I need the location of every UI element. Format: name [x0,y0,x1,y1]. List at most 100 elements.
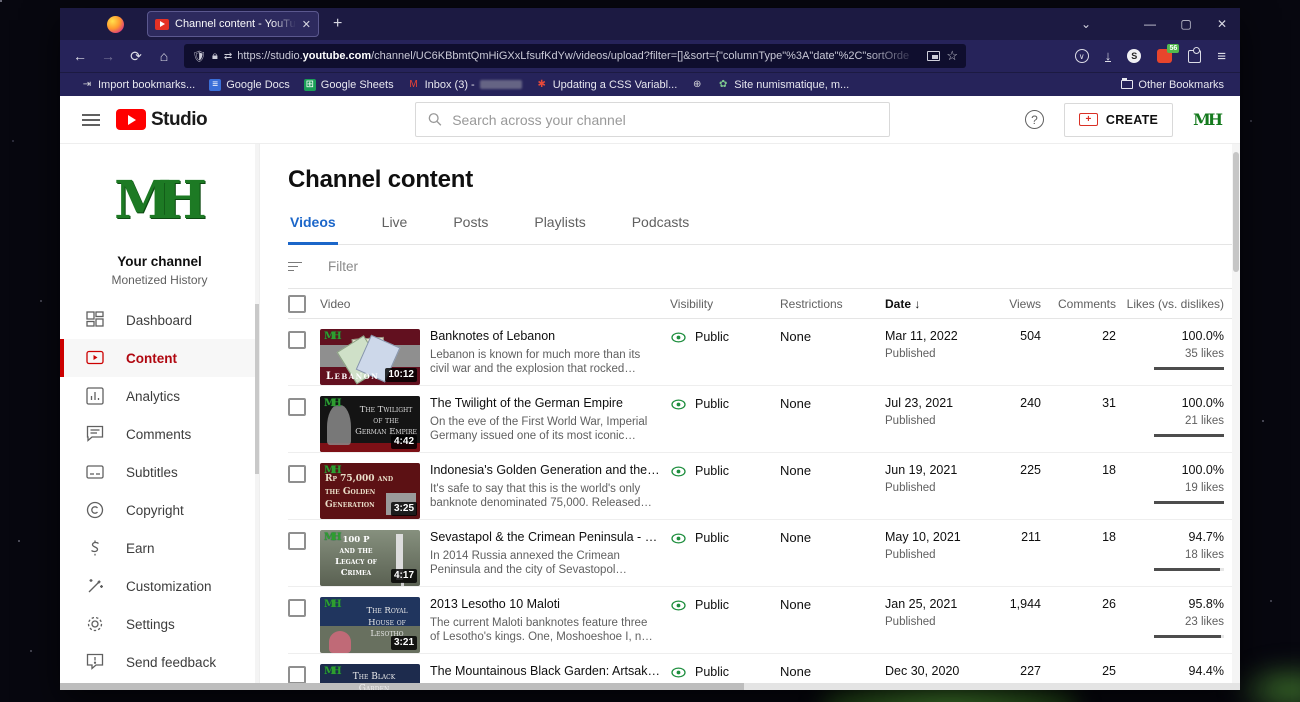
row-checkbox[interactable] [288,666,306,684]
visibility-cell[interactable]: Public [670,396,780,452]
permissions-icon[interactable]: ⇄ [224,51,231,62]
other-bookmarks[interactable]: Other Bookmarks [1114,79,1240,91]
feedback-icon [86,653,104,671]
search-input[interactable] [452,112,877,128]
pip-icon[interactable] [927,51,940,61]
visibility-cell[interactable]: Public [670,597,780,653]
menu-icon[interactable]: ≡ [1217,48,1226,65]
url-text[interactable]: https://studio.youtube.com/channel/UC6KB… [237,50,921,62]
video-title[interactable]: Sevastapol & the Crimean Peninsula - 100… [430,530,670,544]
video-thumbnail[interactable]: MH Lebanon 10:12 [320,329,420,385]
row-checkbox[interactable] [288,465,306,483]
video-thumbnail[interactable]: MH Rp 75,000 andthe GoldenGeneration 3:2… [320,463,420,519]
tab-podcasts[interactable]: Podcasts [630,212,692,244]
new-tab-button[interactable]: + [333,15,342,33]
sidebar-item-comments[interactable]: Comments [60,415,259,453]
bookmark-item[interactable]: ✱Updating a CSS Variabl... [529,79,685,91]
visibility-cell[interactable]: Public [670,329,780,385]
reload-icon[interactable]: ⟳ [122,48,150,65]
help-icon[interactable]: ? [1025,110,1044,129]
back-icon[interactable]: ← [66,48,94,64]
tab-list-dropdown-icon[interactable]: ⌄ [1068,17,1104,31]
col-comments[interactable]: Comments [1041,297,1116,311]
bookmark-item[interactable]: ≡Google Docs [202,79,297,91]
download-icon[interactable]: ↓ [1105,50,1112,62]
extension-s-icon[interactable]: S [1127,49,1141,63]
channel-watermark-icon: MH [324,398,339,409]
pocket-icon[interactable]: ∨ [1075,49,1089,63]
bookmark-item[interactable]: MInbox (3) - [401,79,529,91]
google-sheets-icon: ⊞ [304,79,316,91]
visibility-cell[interactable]: Public [670,530,780,586]
channel-avatar[interactable]: MH [60,162,259,240]
tab-close-icon[interactable]: ✕ [302,18,311,31]
sidebar-item-copyright[interactable]: Copyright [60,491,259,529]
bookmark-star-icon[interactable]: ☆ [946,48,958,64]
video-title[interactable]: The Twilight of the German Empire [430,396,670,410]
video-thumbnail[interactable]: MH The RoyalHouse ofLesotho 3:21 [320,597,420,653]
sidebar-item-subtitles[interactable]: Subtitles [60,453,259,491]
tab-videos[interactable]: Videos [288,212,338,244]
sidebar-item-earn[interactable]: Earn [60,529,259,567]
channel-search[interactable] [415,102,890,137]
page-scrollbar[interactable] [1232,144,1240,690]
visibility-cell[interactable]: Public [670,463,780,519]
sidebar-item-send-feedback[interactable]: Send feedback [60,643,259,681]
tab-playlists[interactable]: Playlists [532,212,587,244]
browser-tab[interactable]: Channel content - YouTube Stu ✕ [147,11,319,37]
sidebar-item-content[interactable]: Content [60,339,259,377]
col-date[interactable]: Date ↓ [885,297,995,311]
video-thumbnail[interactable]: MH 100 Pand theLegacy ofCrimea 4:17 [320,530,420,586]
close-button[interactable]: ✕ [1204,17,1240,31]
select-all-checkbox[interactable] [288,295,306,313]
col-views[interactable]: Views [995,297,1041,311]
comments-cell: 22 [1041,329,1116,385]
row-checkbox[interactable] [288,398,306,416]
sidebar-item-settings[interactable]: Settings [60,605,259,643]
hamburger-menu-icon[interactable] [82,111,100,129]
forward-icon[interactable]: → [94,48,122,64]
views-cell: 240 [995,396,1041,452]
table-row: MH 100 Pand theLegacy ofCrimea 4:17 Seva… [288,520,1240,587]
create-button[interactable]: + CREATE [1064,103,1173,137]
youtube-studio-logo[interactable]: Studio [116,109,207,131]
row-checkbox[interactable] [288,331,306,349]
account-avatar[interactable]: MH [1193,110,1220,129]
visibility-label: Public [695,464,729,478]
col-restrictions[interactable]: Restrictions [780,297,885,311]
col-video[interactable]: Video [320,297,430,311]
filter-bar[interactable]: Filter [288,245,1240,289]
sidebar-scrollbar[interactable] [255,144,259,690]
maximize-button[interactable]: ▢ [1168,17,1204,31]
sidebar-item-dashboard[interactable]: Dashboard [60,301,259,339]
row-checkbox[interactable] [288,599,306,617]
bookmark-label: Updating a CSS Variabl... [553,79,678,91]
lock-icon[interactable]: 🔒︎ [212,50,218,63]
home-icon[interactable]: ⌂ [150,48,178,64]
sidebar-item-customization[interactable]: Customization [60,567,259,605]
row-checkbox[interactable] [288,532,306,550]
tab-posts[interactable]: Posts [451,212,490,244]
video-thumbnail[interactable]: MH The Twilightof theGerman Empire 4:42 [320,396,420,452]
bookmark-item[interactable]: ⊕ [684,79,710,91]
video-title[interactable]: 2013 Lesotho 10 Maloti [430,597,670,611]
horizontal-scrollbar[interactable] [60,683,1240,690]
sidebar-item-analytics[interactable]: Analytics [60,377,259,415]
col-likes[interactable]: Likes (vs. dislikes) [1116,297,1224,311]
url-bar[interactable]: 🛡︎ 🔒︎ ⇄ https://studio.youtube.com/chann… [184,44,966,68]
bookmark-item[interactable]: ⇥Import bookmarks... [74,79,202,91]
browser-window: Channel content - YouTube Stu ✕ + ⌄ — ▢ … [60,8,1240,690]
adblock-icon[interactable]: 56 [1157,49,1172,63]
video-title[interactable]: Banknotes of Lebanon [430,329,670,343]
firefox-icon[interactable] [107,16,124,33]
video-title[interactable]: Indonesia's Golden Generation and the Rp… [430,463,670,477]
tab-live[interactable]: Live [380,212,410,244]
minimize-button[interactable]: — [1132,17,1168,31]
video-title[interactable]: The Mountainous Black Garden: Artsakh 2֏ [430,664,670,679]
tracking-shield-icon[interactable]: 🛡︎ [192,50,206,63]
col-visibility[interactable]: Visibility [670,297,780,311]
extensions-puzzle-icon[interactable] [1188,50,1201,63]
bookmark-item[interactable]: ✿Site numismatique, m... [710,79,856,91]
bookmark-item[interactable]: ⊞Google Sheets [297,79,401,91]
duration-badge: 3:25 [391,502,417,516]
